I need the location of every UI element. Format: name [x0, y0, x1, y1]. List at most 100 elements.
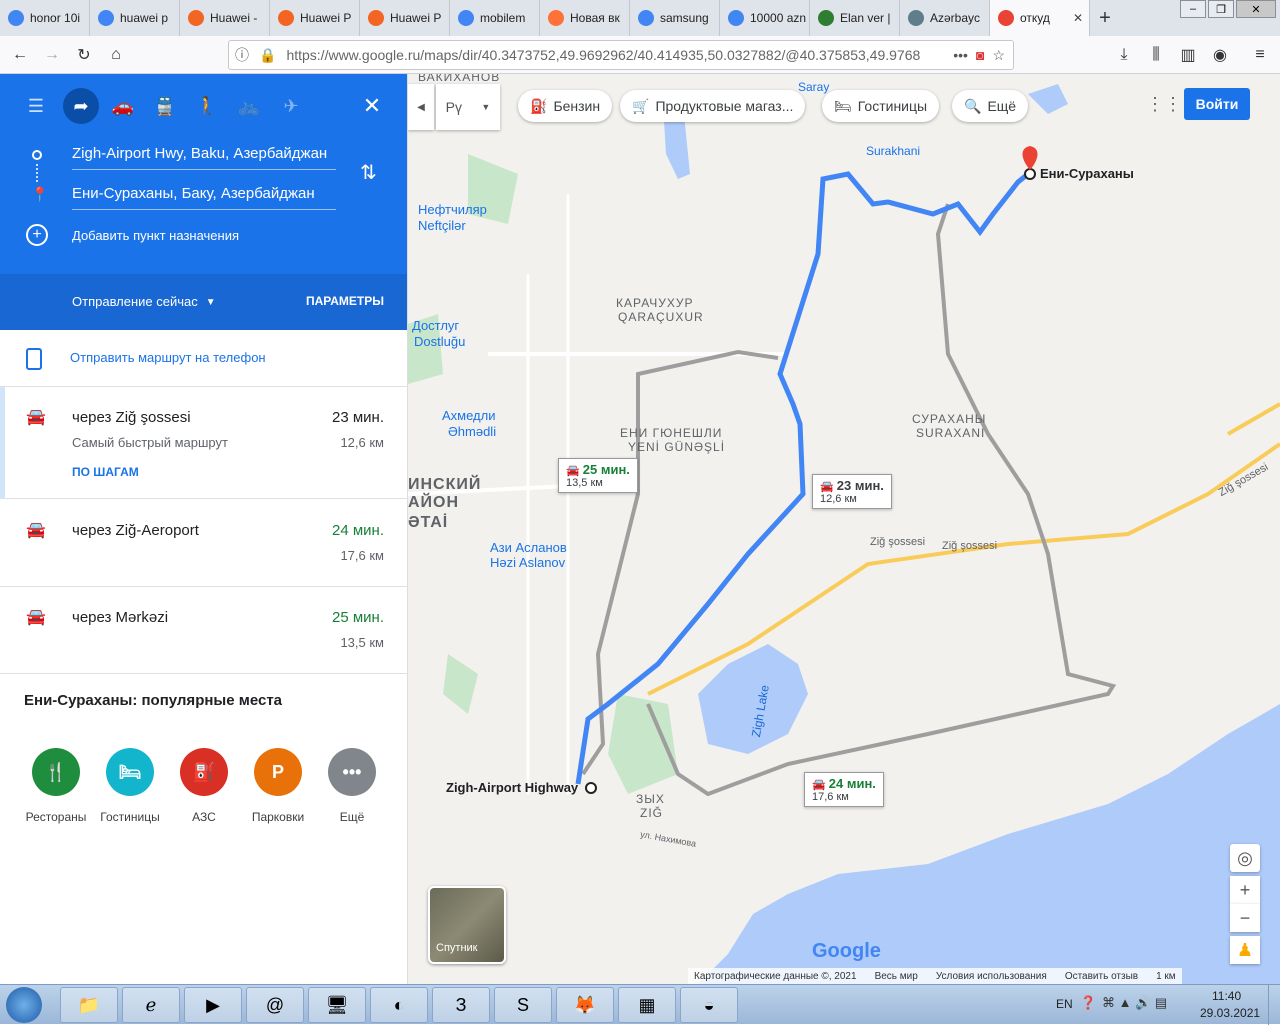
browser-tab[interactable]: mobilem [450, 0, 540, 36]
browser-tab[interactable]: 10000 azn [720, 0, 810, 36]
browser-tab[interactable]: Huawei - [180, 0, 270, 36]
account-icon[interactable]: ◉ [1204, 39, 1236, 71]
menu-icon[interactable]: ≡ [1244, 39, 1276, 71]
back-button[interactable]: ← [4, 39, 36, 71]
minimize-button[interactable]: – [1180, 0, 1206, 18]
zoom-in-button[interactable]: + [1230, 876, 1260, 904]
address-bar[interactable]: ⓘ 🔒 https://www.google.ru/maps/dir/40.34… [228, 40, 1014, 70]
bike-mode-icon[interactable]: 🚲 [231, 88, 267, 124]
collapse-panel-button[interactable]: ◀ [408, 84, 434, 130]
send-to-phone-row[interactable]: Отправить маршрут на телефон [0, 330, 407, 387]
feedback-link[interactable]: Оставить отзыв [1065, 971, 1138, 982]
explorer-icon[interactable]: 📁 [60, 987, 118, 1023]
zoom-out-button[interactable]: − [1230, 904, 1260, 932]
language-selector[interactable]: Рү ▼ [436, 84, 500, 130]
tabs-container: honor 10i huawei p Huawei - Huawei P Huawei … [0, 0, 1090, 36]
forward-button[interactable]: → [36, 39, 68, 71]
tray-icons[interactable]: ⌘ ▲ 🔊 ▤ [1102, 995, 1167, 1011]
add-destination-link[interactable]: Добавить пункт назначения [72, 228, 239, 243]
browser-tab[interactable]: samsung [630, 0, 720, 36]
world-link[interactable]: Весь мир [875, 971, 918, 982]
browser-tab[interactable]: Azərbayc [900, 0, 990, 36]
chip-hotels[interactable]: 🛏 Гостиницы [822, 90, 940, 122]
maximize-button[interactable]: ❐ [1208, 0, 1234, 18]
messenger-icon[interactable]: @ [246, 987, 304, 1023]
edge-icon[interactable]: ◐ [370, 987, 428, 1023]
destination-input[interactable]: Ени-Сураханы, Баку, Азербайджан [72, 182, 336, 210]
send-to-phone-link[interactable]: Отправить маршрут на телефон [70, 350, 266, 365]
flight-mode-icon[interactable]: ✈ [273, 88, 309, 124]
options-button[interactable]: ПАРАМЕТРЫ [306, 294, 384, 308]
car-mode-icon[interactable]: 🚗 [105, 88, 141, 124]
route-option-1[interactable]: 🚘 через Ziğ şossesi 23 мин. Самый быстры… [0, 387, 407, 499]
language-indicator[interactable]: EN [1056, 997, 1073, 1011]
bed-icon: 🛏 [834, 97, 852, 114]
more-actions-icon[interactable]: ••• [953, 47, 968, 63]
popular-place-button[interactable]: ⛽ АЗС [167, 748, 241, 824]
add-destination-icon[interactable]: + [26, 224, 48, 246]
map-canvas[interactable]: ◀ Рү ▼ ⛽ Бензин 🛒 Продуктовые магаз... 🛏 Го… [408, 74, 1280, 984]
my-location-button[interactable]: ◎ [1230, 844, 1260, 872]
menu-icon[interactable]: ☰ [18, 88, 54, 124]
search-icon: 🔍 [964, 97, 982, 114]
browser-tab[interactable]: Huawei P [360, 0, 450, 36]
sidebar-icon[interactable]: ▥ [1172, 39, 1204, 71]
library-icon[interactable]: ⫼ [1140, 39, 1172, 71]
close-window-button[interactable]: ✕ [1236, 0, 1276, 18]
close-tab-icon[interactable]: ✕ [1073, 11, 1083, 25]
swap-icon[interactable]: ⇅ [360, 160, 377, 185]
route-via: через Ziğ-Aeroport [72, 522, 199, 539]
close-directions-icon[interactable]: ✕ [354, 88, 390, 124]
signin-button[interactable]: Войти [1184, 88, 1250, 120]
info-icon[interactable]: ⓘ [235, 45, 249, 65]
media-player-icon[interactable]: ▶ [184, 987, 242, 1023]
origin-input[interactable]: Zigh-Airport Hwy, Baku, Азербайджан [72, 142, 336, 170]
chip-gas[interactable]: ⛽ Бензин [518, 90, 613, 122]
popular-place-button[interactable]: 🍴 Рестораны [19, 748, 93, 824]
departure-dropdown[interactable]: Отправление сейчас ▼ [72, 294, 216, 309]
walk-mode-icon[interactable]: 🚶 [189, 88, 225, 124]
satellite-toggle[interactable]: Спутник [428, 886, 506, 964]
transit-mode-icon[interactable]: 🚆 [147, 88, 183, 124]
help-icon[interactable]: ❓ [1080, 995, 1096, 1011]
route-option-2[interactable]: 🚘 через Ziğ-Aeroport 24 мин. 17,6 км [0, 500, 407, 587]
route-time: 23 мин. [332, 409, 384, 426]
ie-icon[interactable]: ℯ [122, 987, 180, 1023]
popular-place-button[interactable]: P Парковки [241, 748, 315, 824]
app-3-icon[interactable]: З [432, 987, 490, 1023]
disk-icon[interactable]: ◒ [680, 987, 738, 1023]
best-route-icon[interactable]: ➦ [63, 88, 99, 124]
bookmark-star-icon[interactable]: ☆ [992, 47, 1005, 64]
chip-more[interactable]: 🔍 Ещё [952, 90, 1029, 122]
chip-grocery[interactable]: 🛒 Продуктовые магаз... [620, 90, 806, 122]
pegman-icon[interactable]: ♟ [1230, 936, 1260, 964]
browser-tab[interactable]: huawei p [90, 0, 180, 36]
download-icon[interactable]: ⤓ [1108, 39, 1140, 71]
new-tab-button[interactable]: + [1090, 0, 1120, 36]
firefox-icon[interactable]: 🦊 [556, 987, 614, 1023]
pocket-icon[interactable]: ◙ [976, 47, 984, 63]
route-timebox-alt-17km[interactable]: 🚘 24 мин. 17,6 км [804, 772, 884, 807]
url-text[interactable]: https://www.google.ru/maps/dir/40.347375… [286, 47, 945, 63]
browser-tab[interactable]: honor 10i [0, 0, 90, 36]
popular-place-button[interactable]: 🛏 Гостиницы [93, 748, 167, 824]
route-timebox-selected[interactable]: 🚘 23 мин. 12,6 км [812, 474, 892, 509]
skype-icon[interactable]: S [494, 987, 552, 1023]
clock-date[interactable]: 29.03.2021 [1200, 1006, 1260, 1020]
route-timebox-alt-13km[interactable]: 🚘 25 мин. 13,5 км [558, 458, 638, 493]
reload-button[interactable]: ↻ [68, 39, 100, 71]
home-button[interactable]: ⌂ [100, 39, 132, 71]
calculator-icon[interactable]: ▦ [618, 987, 676, 1023]
computer-icon[interactable]: 🖥 [308, 987, 366, 1023]
browser-tab[interactable]: Новая вк [540, 0, 630, 36]
terms-link[interactable]: Условия использования [936, 971, 1047, 982]
browser-tab[interactable]: Huawei P [270, 0, 360, 36]
steps-link[interactable]: ПО ШАГАМ [72, 465, 139, 479]
route-option-3[interactable]: 🚘 через Mərkəzi 25 мин. 13,5 км [0, 587, 407, 674]
show-desktop-button[interactable] [1268, 985, 1280, 1025]
popular-place-button[interactable]: ••• Ещё [315, 748, 389, 824]
browser-tab[interactable]: откуд ✕ [990, 0, 1090, 36]
browser-tab[interactable]: Elan ver | [810, 0, 900, 36]
clock-time[interactable]: 11:40 [1212, 989, 1241, 1003]
start-button[interactable] [6, 987, 42, 1023]
